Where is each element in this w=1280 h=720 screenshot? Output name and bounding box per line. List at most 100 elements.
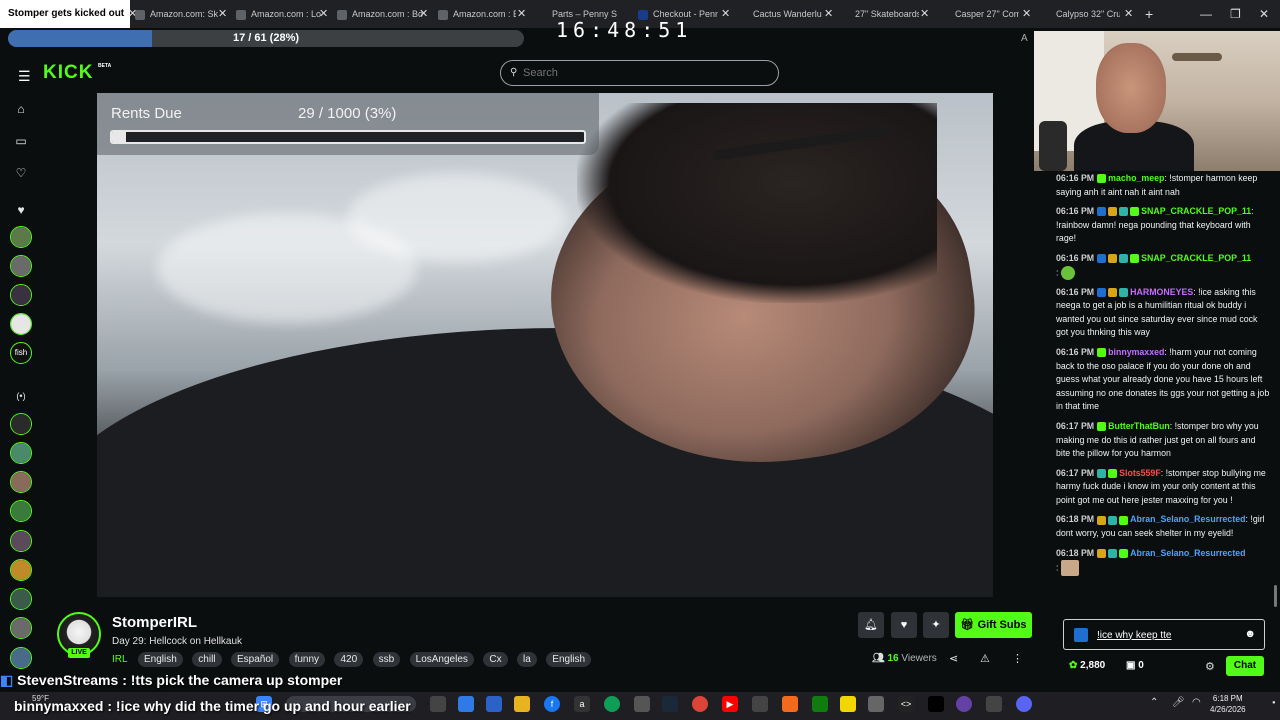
app-icon[interactable] bbox=[986, 696, 1002, 712]
facebook-icon[interactable]: f bbox=[544, 696, 560, 712]
calculator-icon[interactable] bbox=[634, 696, 650, 712]
report-icon[interactable]: ⚠ bbox=[980, 652, 990, 665]
gift-subs-button[interactable]: 🎁︎ Gift Subs bbox=[955, 612, 1032, 638]
app-icon[interactable] bbox=[868, 696, 884, 712]
browser-tab[interactable]: Amazon.com : Lo bbox=[236, 0, 326, 28]
tag-chip[interactable]: ssb bbox=[372, 652, 401, 667]
share-icon[interactable]: ⋖ bbox=[949, 652, 958, 665]
xbox-icon[interactable] bbox=[812, 696, 828, 712]
followed-channel-avatar[interactable] bbox=[10, 226, 32, 248]
tag-chip[interactable]: English bbox=[546, 652, 592, 667]
gear-icon[interactable]: ⚙ bbox=[1205, 660, 1215, 673]
youtube-icon[interactable]: ▶ bbox=[722, 696, 738, 712]
browser-tab[interactable]: Amazon.com: Sk bbox=[135, 0, 223, 28]
chat-username[interactable]: macho_meep bbox=[1108, 173, 1164, 183]
new-tab-button[interactable]: + bbox=[1145, 0, 1153, 28]
tiktok-icon[interactable] bbox=[928, 696, 944, 712]
subs-balance[interactable]: ▣ 0 bbox=[1126, 660, 1144, 671]
recommended-channel-avatar[interactable] bbox=[10, 442, 32, 464]
tag-chip[interactable]: English bbox=[138, 652, 183, 667]
follow-heart-button[interactable]: ♥ bbox=[891, 612, 917, 638]
app-icon[interactable]: <> bbox=[898, 696, 914, 712]
tag-chip[interactable]: chill bbox=[192, 652, 222, 667]
task-view-icon[interactable] bbox=[430, 696, 446, 712]
notification-bell-button[interactable]: 🔔︎ bbox=[858, 612, 884, 638]
edge-icon[interactable] bbox=[604, 696, 620, 712]
tag-chip[interactable]: la bbox=[517, 652, 537, 667]
file-explorer-icon[interactable] bbox=[514, 696, 530, 712]
recommended-channel-avatar[interactable] bbox=[10, 500, 32, 522]
recommended-channel-avatar[interactable] bbox=[10, 588, 32, 610]
kicks-balance[interactable]: ✿ 2,880 bbox=[1069, 660, 1105, 671]
browser-tab[interactable]: Cactus Wanderlu bbox=[753, 0, 823, 28]
chat-input-box[interactable]: ☻ bbox=[1063, 619, 1265, 650]
chat-username[interactable]: HARMONEYES bbox=[1130, 287, 1193, 297]
home-icon[interactable]: ⌂ bbox=[11, 102, 31, 116]
recommended-channel-avatar[interactable] bbox=[10, 617, 32, 639]
following-icon[interactable]: ♡ bbox=[11, 166, 31, 180]
discord-icon[interactable] bbox=[1016, 696, 1032, 712]
emoji-icon[interactable]: ☻ bbox=[1244, 628, 1256, 640]
recommended-channel-avatar[interactable] bbox=[10, 471, 32, 493]
browser-tab[interactable]: Amazon.com : Bo bbox=[438, 0, 516, 28]
tag-chip[interactable]: 420 bbox=[334, 652, 364, 667]
tab-close-icon[interactable]: ✕ bbox=[517, 0, 526, 28]
tab-close-icon[interactable]: ✕ bbox=[218, 0, 227, 28]
system-clock[interactable]: 6:18 PM 4/26/2026 bbox=[1210, 693, 1246, 715]
chat-send-button[interactable]: Chat bbox=[1226, 656, 1264, 676]
microphone-icon[interactable]: 🎤︎ bbox=[1172, 697, 1185, 708]
category-link[interactable]: IRL bbox=[112, 652, 128, 667]
browser-tab[interactable]: Calypso 32" Cru bbox=[1056, 0, 1120, 28]
minimize-icon[interactable]: — bbox=[1200, 0, 1212, 28]
tag-chip[interactable]: Cx bbox=[483, 652, 508, 667]
tab-close-icon[interactable]: ✕ bbox=[920, 0, 929, 28]
tag-chip[interactable]: funny bbox=[288, 652, 326, 667]
search-input[interactable] bbox=[523, 65, 763, 81]
chat-username[interactable]: ButterThatBun bbox=[1108, 421, 1170, 431]
recommended-channel-avatar[interactable] bbox=[10, 530, 32, 552]
tab-close-icon[interactable]: ✕ bbox=[419, 0, 428, 28]
app-icon[interactable] bbox=[752, 696, 768, 712]
tag-chip[interactable]: LosAngeles bbox=[409, 652, 474, 667]
browser-tab-active[interactable]: Stomper gets kicked out bbox=[0, 0, 130, 28]
chat-input[interactable] bbox=[1097, 627, 1237, 643]
browser-tab[interactable]: Amazon.com : Bo bbox=[337, 0, 423, 28]
chat-username[interactable]: Abran_Selano_Resurrected bbox=[1130, 514, 1245, 524]
tab-close-icon[interactable]: ✕ bbox=[824, 0, 833, 28]
kick-logo[interactable]: KICK bbox=[43, 62, 93, 84]
tab-close-icon[interactable]: ✕ bbox=[1022, 0, 1031, 28]
widgets-icon[interactable] bbox=[486, 696, 502, 712]
more-options-icon[interactable]: ⋮ bbox=[1012, 652, 1023, 665]
followed-channel-avatar[interactable] bbox=[10, 255, 32, 277]
chat-username[interactable]: Slots559F bbox=[1119, 468, 1161, 478]
tray-chevron-icon[interactable]: ⌃ bbox=[1150, 697, 1158, 708]
notification-icon[interactable]: ● bbox=[1272, 700, 1276, 706]
video-player[interactable]: Rents Due 29 / 1000 (3%) bbox=[97, 93, 993, 597]
amazon-icon[interactable]: a bbox=[574, 696, 590, 712]
chrome-icon[interactable] bbox=[692, 696, 708, 712]
chat-username[interactable]: Abran_Selano_Resurrected bbox=[1130, 548, 1245, 558]
followed-channel-avatar[interactable] bbox=[10, 313, 32, 335]
close-window-icon[interactable]: ✕ bbox=[1259, 0, 1269, 28]
obs-icon[interactable] bbox=[956, 696, 972, 712]
tab-close-icon[interactable]: ✕ bbox=[319, 0, 328, 28]
chat-scrollbar[interactable] bbox=[1274, 585, 1277, 607]
wifi-icon[interactable]: ◠ bbox=[1192, 697, 1201, 708]
tab-close-icon[interactable]: ✕ bbox=[1124, 0, 1133, 28]
app-icon[interactable] bbox=[782, 696, 798, 712]
restore-icon[interactable]: ❐ bbox=[1230, 0, 1241, 28]
channel-name[interactable]: StomperIRL bbox=[112, 614, 197, 631]
steam-icon[interactable] bbox=[662, 696, 678, 712]
chat-username[interactable]: SNAP_CRACKLE_POP_11 bbox=[1141, 253, 1251, 263]
search-box[interactable]: ⚲ bbox=[500, 60, 779, 86]
menu-icon[interactable]: ☰ bbox=[18, 68, 31, 85]
tag-chip[interactable]: Español bbox=[230, 652, 280, 667]
browser-tab[interactable]: 27" Skateboards bbox=[855, 0, 919, 28]
recommended-channel-avatar[interactable] bbox=[10, 413, 32, 435]
recommended-channel-avatar[interactable] bbox=[10, 559, 32, 581]
sticky-notes-icon[interactable] bbox=[840, 696, 856, 712]
copilot-icon[interactable] bbox=[458, 696, 474, 712]
recommended-channel-avatar[interactable] bbox=[10, 647, 32, 669]
favorites-heart-icon[interactable]: ♥ bbox=[11, 203, 31, 217]
followed-channel-fish[interactable]: fish bbox=[10, 342, 32, 364]
